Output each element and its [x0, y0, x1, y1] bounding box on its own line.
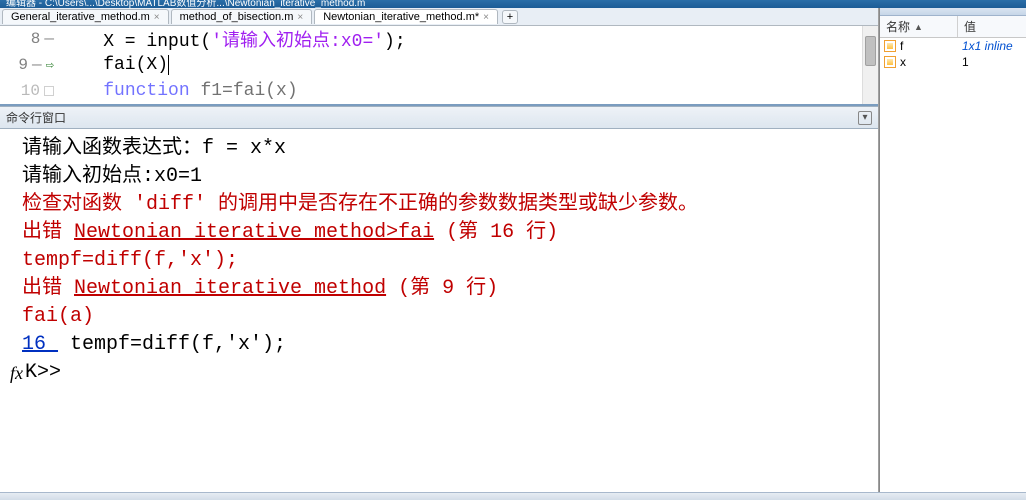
workspace-row[interactable]: f 1x1 inline [880, 38, 1026, 54]
var-name: x [900, 55, 906, 69]
tab-label: General_iterative_method.m [11, 11, 150, 23]
workspace-header: 名称▲ 值 [880, 16, 1026, 38]
tab-label: Newtonian_iterative_method.m* [323, 11, 479, 23]
fold-box-icon[interactable] [44, 86, 54, 96]
workspace-row[interactable]: x 1 [880, 54, 1026, 70]
statusbar [0, 492, 1026, 500]
tab-method-of-bisection[interactable]: method_of_bisection.m × [171, 9, 313, 24]
close-icon[interactable]: × [483, 12, 489, 23]
prompt-text: K>> [25, 359, 61, 387]
workspace-col-name[interactable]: 名称▲ [880, 16, 958, 37]
line-number: 9 [18, 56, 28, 74]
line-number: 8 [31, 30, 41, 48]
cmd-error-line: 检查对函数 'diff' 的调用中是否存在不正确的参数数据类型或缺少参数。 [8, 191, 874, 219]
command-window-titlebar[interactable]: 命令行窗口 ▾ [0, 106, 878, 129]
editor-titlebar: 编辑器 - C:\Users\...\Desktop\MATLAB数值分析...… [0, 0, 1026, 8]
cmd-error-line: 出错 Newtonian_iterative_method>fai (第 16 … [8, 219, 874, 247]
cmd-error-line: tempf=diff(f,'x'); [8, 247, 874, 275]
cmd-output-line: 请输入初始点:x0=1 [8, 163, 874, 191]
editor-tabs: General_iterative_method.m × method_of_b… [0, 8, 878, 26]
sort-arrow-icon: ▲ [914, 22, 923, 32]
breakpoint-marker[interactable]: — [44, 30, 54, 48]
error-link[interactable]: Newtonian_iterative_method>fai [74, 221, 434, 244]
workspace-rows: f 1x1 inline x 1 [880, 38, 1026, 70]
editor-scrollbar[interactable] [862, 26, 878, 104]
command-window-title: 命令行窗口 [6, 109, 66, 126]
gear-icon[interactable]: ▾ [858, 111, 872, 125]
code-editor[interactable]: 8— X = input('请输入初始点:x0='); 9—⇨ fai(X) 1… [0, 26, 878, 104]
line-number: 10 [21, 82, 40, 100]
tab-newtonian-iterative[interactable]: Newtonian_iterative_method.m* × [314, 9, 498, 24]
cmd-output-line: 16 tempf=diff(f,'x'); [8, 331, 874, 359]
scrollbar-thumb[interactable] [865, 36, 876, 66]
code-line-8: X = input('请输入初始点:x0='); [60, 26, 406, 52]
cmd-error-line: fai(a) [8, 303, 874, 331]
add-tab-button[interactable]: + [502, 10, 518, 24]
var-value: 1 [962, 55, 969, 69]
command-window[interactable]: 请输入函数表达式：f = x*x 请输入初始点:x0=1 检查对函数 'diff… [0, 129, 878, 492]
close-icon[interactable]: × [154, 12, 160, 23]
var-value: 1x1 inline [962, 39, 1013, 53]
workspace-panel: 名称▲ 值 f 1x1 inline x 1 [879, 8, 1026, 492]
cmd-error-line: 出错 Newtonian_iterative_method (第 9 行) [8, 275, 874, 303]
cmd-prompt[interactable]: fx K>> [8, 359, 874, 387]
current-line-arrow-icon: ⇨ [46, 57, 54, 74]
fx-icon[interactable]: fx [10, 359, 23, 387]
text-cursor [168, 55, 169, 75]
tab-general-iterative[interactable]: General_iterative_method.m × [2, 9, 169, 24]
code-line-10: function f1=fai(x) [60, 81, 298, 101]
var-name: f [900, 39, 903, 53]
close-icon[interactable]: × [297, 12, 303, 23]
editor-pane: General_iterative_method.m × method_of_b… [0, 8, 878, 106]
tab-label: method_of_bisection.m [180, 11, 294, 23]
cmd-output-line: 请输入函数表达式：f = x*x [8, 135, 874, 163]
variable-icon [884, 40, 896, 52]
line-link[interactable]: 16 [22, 333, 58, 356]
error-link[interactable]: Newtonian_iterative_method [74, 277, 386, 300]
variable-icon [884, 56, 896, 68]
workspace-titlebar [880, 8, 1026, 16]
code-line-9: fai(X) [60, 55, 169, 75]
workspace-col-value[interactable]: 值 [958, 16, 1026, 37]
